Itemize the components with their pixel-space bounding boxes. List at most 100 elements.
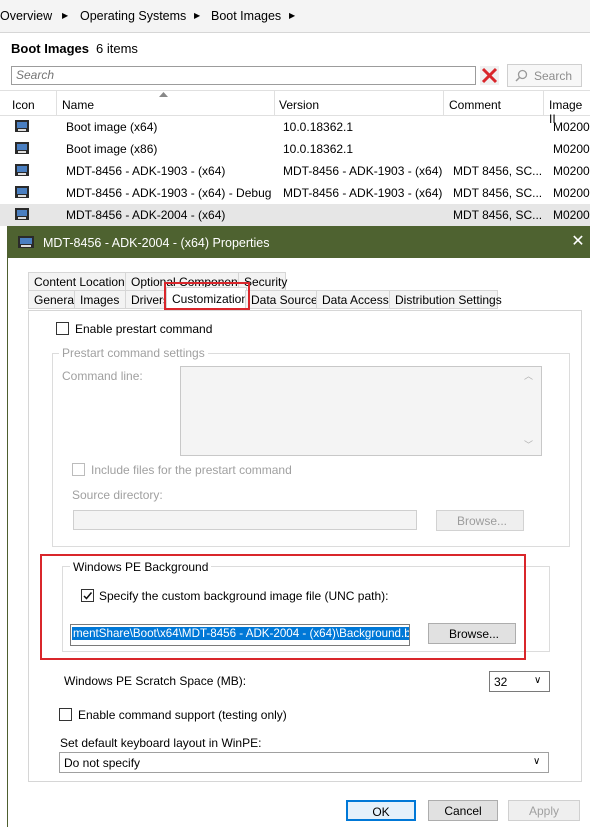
row-image-id: M0200: [553, 186, 590, 200]
browse-source-button[interactable]: Browse...: [436, 510, 524, 531]
tab-label: General: [34, 293, 77, 307]
column-divider[interactable]: [274, 91, 275, 115]
dialog-title-bar[interactable]: MDT-8456 - ADK-2004 - (x64) Properties ✕: [8, 226, 590, 258]
table-row[interactable]: Boot image (x64) 10.0.18362.1 M0200: [0, 116, 590, 138]
scroll-up-icon[interactable]: ︿: [524, 369, 533, 382]
tab-label: Data Access: [322, 293, 389, 307]
breadcrumb-item-overview[interactable]: Overview: [0, 9, 52, 23]
row-comment: MDT 8456, SC...: [453, 208, 543, 222]
clear-icon: [480, 66, 499, 85]
breadcrumb-item-operating-systems[interactable]: Operating Systems: [80, 9, 186, 23]
chevron-down-icon: ∨: [534, 675, 542, 686]
cancel-button-label: Cancel: [444, 804, 482, 818]
boot-image-icon: [15, 142, 29, 154]
keyboard-layout-value: Do not specify: [64, 756, 141, 770]
prestart-group-title: Prestart command settings: [59, 346, 208, 360]
row-name: MDT-8456 - ADK-1903 - (x64): [66, 164, 226, 178]
boot-image-icon: [15, 120, 29, 132]
boot-image-icon: [15, 186, 29, 198]
enable-command-support-label: Enable command support (testing only): [78, 708, 287, 722]
search-input[interactable]: [12, 67, 475, 82]
table-header: Icon Name Version Comment Image II: [0, 90, 590, 126]
breadcrumb-item-boot-images[interactable]: Boot Images: [211, 9, 281, 23]
search-icon: [515, 69, 528, 82]
row-image-id: M0200: [553, 164, 590, 178]
table-row[interactable]: MDT-8456 - ADK-1903 - (x64) - Debug MDT-…: [0, 182, 590, 204]
active-tab-highlight: [164, 282, 250, 310]
row-comment: MDT 8456, SC...: [453, 186, 543, 200]
row-name: MDT-8456 - ADK-1903 - (x64) - Debug: [66, 186, 272, 200]
row-name: MDT-8456 - ADK-2004 - (x64): [66, 208, 226, 222]
chevron-down-icon: ∨: [533, 756, 541, 767]
enable-prestart-label: Enable prestart command: [75, 322, 213, 336]
boot-image-icon: [15, 208, 29, 220]
clear-search-button[interactable]: [480, 66, 499, 85]
scratch-space-value: 32: [494, 675, 508, 689]
row-name: Boot image (x64): [66, 120, 158, 134]
row-image-id: M0200: [553, 208, 590, 222]
row-name: Boot image (x86): [66, 142, 158, 156]
row-image-id: M0200: [553, 142, 590, 156]
annotation-highlight-box: [40, 554, 526, 660]
tab-label: Images: [80, 293, 120, 307]
source-directory-label: Source directory:: [72, 488, 163, 502]
tab-drivers[interactable]: Drivers: [125, 290, 169, 309]
row-version: 10.0.18362.1: [283, 142, 354, 156]
search-button[interactable]: Search: [507, 64, 582, 87]
tab-distribution-settings[interactable]: Distribution Settings: [389, 290, 502, 309]
tab-content-locations[interactable]: Content Locations: [28, 272, 131, 291]
tab-label: Data Source: [251, 293, 318, 307]
close-icon[interactable]: ✕: [568, 232, 588, 252]
column-header-name[interactable]: Name: [62, 98, 94, 112]
table-row[interactable]: Boot image (x86) 10.0.18362.1 M0200: [0, 138, 590, 160]
apply-button[interactable]: Apply: [508, 800, 580, 821]
row-image-id: M0200: [553, 120, 590, 134]
column-divider[interactable]: [543, 91, 544, 115]
row-version: MDT-8456 - ADK-1903 - (x64): [283, 186, 443, 200]
button-label: Browse...: [457, 514, 508, 528]
boot-image-icon: [18, 236, 34, 248]
table-row[interactable]: MDT-8456 - ADK-1903 - (x64) MDT-8456 - A…: [0, 160, 590, 182]
tab-label: Content Locations: [34, 275, 131, 289]
scratch-space-select[interactable]: 32 ∨: [489, 671, 550, 692]
tab-general[interactable]: General: [28, 290, 77, 309]
scroll-down-icon[interactable]: ﹀: [524, 438, 533, 451]
dialog-title: MDT-8456 - ADK-2004 - (x64) Properties: [43, 236, 270, 250]
ok-button-label: OK: [372, 805, 390, 819]
column-header-icon[interactable]: Icon: [12, 98, 35, 112]
boot-image-icon: [15, 164, 29, 176]
enable-command-support-checkbox[interactable]: [59, 708, 72, 721]
cancel-button[interactable]: Cancel: [428, 800, 498, 821]
include-files-checkbox[interactable]: [72, 463, 85, 476]
table-row-selected[interactable]: MDT-8456 - ADK-2004 - (x64) MDT 8456, SC…: [0, 204, 590, 226]
row-comment: MDT 8456, SC...: [453, 164, 543, 178]
list-item-count: 6 items: [96, 41, 138, 56]
breadcrumb-separator-icon: ▶: [289, 11, 296, 20]
source-directory-input[interactable]: [73, 510, 417, 530]
enable-prestart-checkbox[interactable]: [56, 322, 69, 335]
column-divider[interactable]: [443, 91, 444, 115]
row-version: 10.0.18362.1: [283, 120, 354, 134]
breadcrumb-separator-icon: ▶: [194, 11, 201, 20]
apply-button-label: Apply: [528, 804, 560, 818]
breadcrumb-separator-icon: ▶: [62, 11, 69, 20]
sort-ascending-icon: [159, 92, 168, 97]
tab-data-access[interactable]: Data Access: [316, 290, 391, 309]
tab-images[interactable]: Images: [74, 290, 127, 309]
search-button-label: Search: [534, 69, 573, 83]
column-header-version[interactable]: Version: [279, 98, 319, 112]
command-line-label: Command line:: [62, 369, 143, 383]
tab-data-source[interactable]: Data Source: [245, 290, 318, 309]
include-files-label: Include files for the prestart command: [91, 463, 292, 477]
search-field[interactable]: [11, 66, 476, 85]
tab-label: Security: [244, 275, 288, 289]
keyboard-layout-label: Set default keyboard layout in WinPE:: [60, 736, 262, 750]
command-line-textarea[interactable]: [180, 366, 542, 456]
scratch-space-label: Windows PE Scratch Space (MB):: [64, 674, 247, 688]
row-version: MDT-8456 - ADK-1903 - (x64): [283, 164, 443, 178]
breadcrumb: Overview ▶ Operating Systems ▶ Boot Imag…: [0, 0, 590, 33]
keyboard-layout-select[interactable]: Do not specify ∨: [59, 752, 549, 773]
column-header-comment[interactable]: Comment: [449, 98, 501, 112]
ok-button[interactable]: OK: [346, 800, 416, 821]
column-divider[interactable]: [56, 91, 57, 115]
